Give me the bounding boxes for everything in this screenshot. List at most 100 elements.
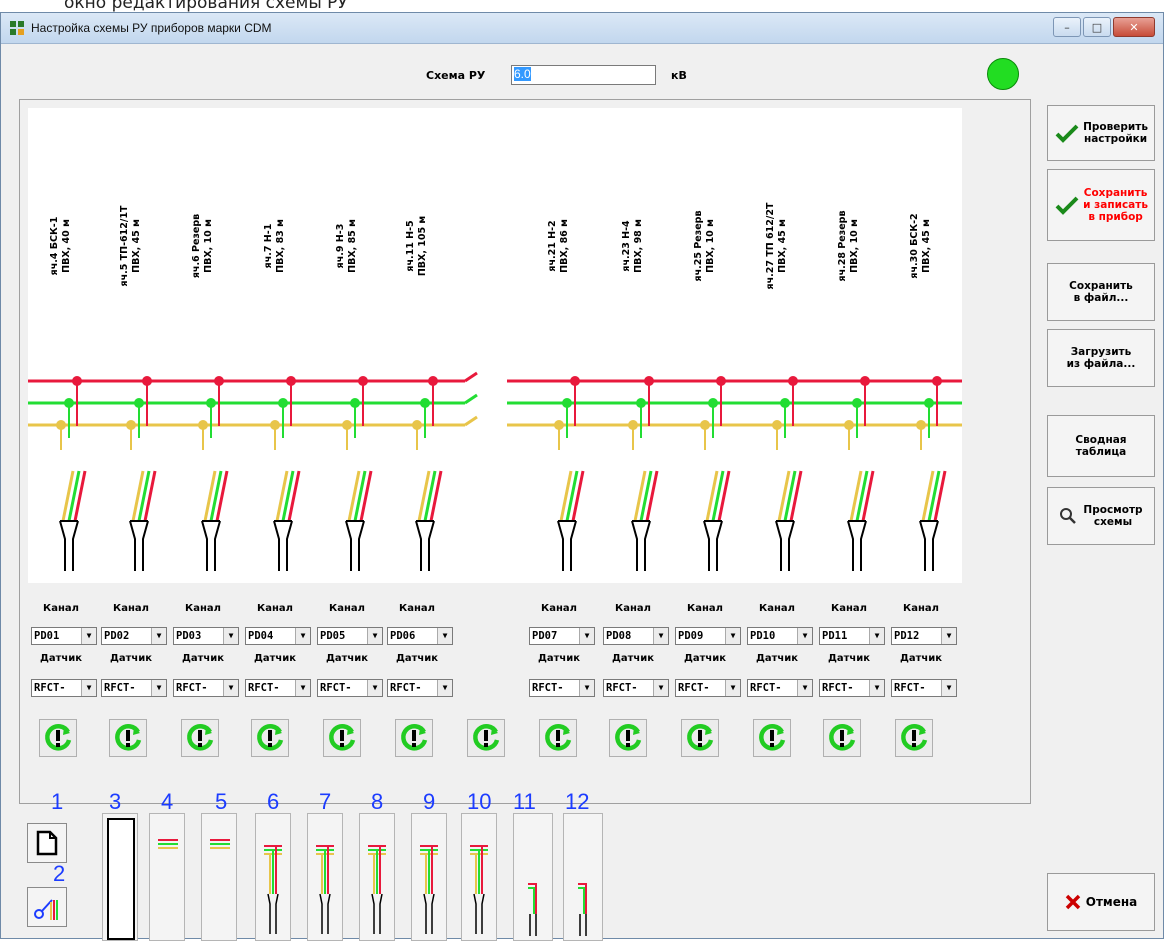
- yellow-node: [56, 420, 66, 430]
- chevron-down-icon: ▼: [367, 680, 382, 696]
- tool-number: 8: [371, 789, 384, 814]
- multi-cable-icon: [578, 883, 587, 936]
- sensor-value: RFCT-: [678, 682, 710, 694]
- chevron-down-icon: ▼: [653, 680, 668, 696]
- busbar-break-tool[interactable]: [201, 813, 237, 941]
- new-scheme-button[interactable]: [27, 823, 67, 863]
- feeder-transformer-tool[interactable]: [411, 813, 447, 941]
- sensor-value: RFCT-: [320, 682, 352, 694]
- yellow-node: [700, 420, 710, 430]
- close-button[interactable]: ✕: [1113, 17, 1155, 37]
- sensor-select[interactable]: RFCT- ▼: [891, 679, 957, 697]
- channel-select[interactable]: PD11 ▼: [819, 627, 885, 645]
- red-node: [358, 376, 368, 386]
- checkmark-icon: [1055, 196, 1079, 215]
- summary-table-button[interactable]: Сводная таблица: [1047, 415, 1155, 477]
- feeder-label-text: яч.6 Резерв ПВХ, 10 м: [191, 213, 214, 279]
- channel-label: Канал: [113, 603, 149, 614]
- sensor-select[interactable]: RFCT- ▼: [387, 679, 453, 697]
- feeder-label-text: яч.23 Н-4 ПВХ, 98 м: [621, 219, 644, 273]
- sensor-select[interactable]: RFCT- ▼: [747, 679, 813, 697]
- cancel-button[interactable]: Отмена: [1047, 873, 1155, 931]
- sensor-select[interactable]: RFCT- ▼: [245, 679, 311, 697]
- yellow-node: [628, 420, 638, 430]
- refresh-button[interactable]: [395, 719, 433, 757]
- channel-value: PD08: [606, 630, 632, 642]
- green-node: [636, 398, 646, 408]
- sensor-select[interactable]: RFCT- ▼: [173, 679, 239, 697]
- sensor-select[interactable]: RFCT- ▼: [603, 679, 669, 697]
- refresh-button[interactable]: [823, 719, 861, 757]
- refresh-button[interactable]: [323, 719, 361, 757]
- refresh-button[interactable]: [181, 719, 219, 757]
- channel-select[interactable]: PD05 ▼: [317, 627, 383, 645]
- feeder-label-text: яч.21 Н-2 ПВХ, 86 м: [547, 219, 570, 273]
- minimize-button[interactable]: –: [1053, 17, 1081, 37]
- channel-select[interactable]: PD09 ▼: [675, 627, 741, 645]
- channel-select[interactable]: PD03 ▼: [173, 627, 239, 645]
- voltage-input[interactable]: 6.0: [511, 65, 656, 85]
- refresh-alert-icon: [901, 724, 928, 751]
- refresh-button[interactable]: [39, 719, 77, 757]
- channel-select[interactable]: PD07 ▼: [529, 627, 595, 645]
- sensor-select[interactable]: RFCT- ▼: [31, 679, 97, 697]
- refresh-button[interactable]: [895, 719, 933, 757]
- refresh-alert-icon: [45, 724, 72, 751]
- chevron-down-icon: ▼: [223, 680, 238, 696]
- busbar-tool[interactable]: [149, 813, 185, 941]
- refresh-button[interactable]: [681, 719, 719, 757]
- channel-label: Канал: [759, 603, 795, 614]
- channel-select[interactable]: PD10 ▼: [747, 627, 813, 645]
- single-cable-tool[interactable]: [513, 813, 553, 941]
- red-node: [214, 376, 224, 386]
- refresh-button[interactable]: [467, 719, 505, 757]
- cable-termination: [129, 520, 149, 571]
- sensor-select[interactable]: RFCT- ▼: [819, 679, 885, 697]
- feeder-sensor-icon: [264, 845, 282, 934]
- check-settings-button[interactable]: Проверить настройки: [1047, 105, 1155, 161]
- channel-select[interactable]: PD01 ▼: [31, 627, 97, 645]
- feeder-label: яч.11 Н-5 ПВХ, 105 м: [397, 161, 437, 331]
- refresh-button[interactable]: [109, 719, 147, 757]
- refresh-button[interactable]: [539, 719, 577, 757]
- channel-value: PD03: [176, 630, 202, 642]
- view-scheme-button[interactable]: Просмотр схемы: [1047, 487, 1155, 545]
- chevron-down-icon: ▼: [941, 628, 956, 644]
- channel-select[interactable]: PD06 ▼: [387, 627, 453, 645]
- sensor-select[interactable]: RFCT- ▼: [101, 679, 167, 697]
- sensor-select[interactable]: RFCT- ▼: [317, 679, 383, 697]
- red-node: [644, 376, 654, 386]
- channel-select[interactable]: PD04 ▼: [245, 627, 311, 645]
- channel-select[interactable]: PD12 ▼: [891, 627, 957, 645]
- yellow-node: [772, 420, 782, 430]
- channel-select[interactable]: PD08 ▼: [603, 627, 669, 645]
- channel-value: PD12: [894, 630, 920, 642]
- feeder-cable-tool[interactable]: [307, 813, 343, 941]
- refresh-button[interactable]: [251, 719, 289, 757]
- cable-termination: [273, 520, 293, 571]
- title-bar[interactable]: Настройка схемы РУ приборов марки CDM – …: [1, 13, 1163, 44]
- voltage-unit: кВ: [671, 69, 687, 82]
- feeder-multi-cable-tool[interactable]: [359, 813, 395, 941]
- chevron-down-icon: ▼: [151, 628, 166, 644]
- feeder-cable-box-tool[interactable]: [461, 813, 497, 941]
- feeder-label: яч.28 Резерв ПВХ, 10 м: [829, 161, 869, 331]
- green-node: [278, 398, 288, 408]
- cable-termination: [703, 520, 723, 571]
- sensor-select[interactable]: RFCT- ▼: [529, 679, 595, 697]
- channel-select[interactable]: PD02 ▼: [101, 627, 167, 645]
- refresh-button[interactable]: [609, 719, 647, 757]
- green-node: [420, 398, 430, 408]
- cut-button[interactable]: [27, 887, 67, 927]
- maximize-button[interactable]: □: [1083, 17, 1111, 37]
- sensor-select[interactable]: RFCT- ▼: [675, 679, 741, 697]
- load-file-button[interactable]: Загрузить из файла...: [1047, 329, 1155, 387]
- panel-tool[interactable]: [102, 813, 138, 941]
- feeder-label-text: яч.25 Резерв ПВХ, 10 м: [693, 210, 716, 282]
- chevron-down-icon: ▼: [869, 680, 884, 696]
- save-write-button[interactable]: Сохранить и записать в прибор: [1047, 169, 1155, 241]
- save-file-button[interactable]: Сохранить в файл...: [1047, 263, 1155, 321]
- feeder-sensor-tool[interactable]: [255, 813, 291, 941]
- multi-cable-tool[interactable]: [563, 813, 603, 941]
- refresh-button[interactable]: [753, 719, 791, 757]
